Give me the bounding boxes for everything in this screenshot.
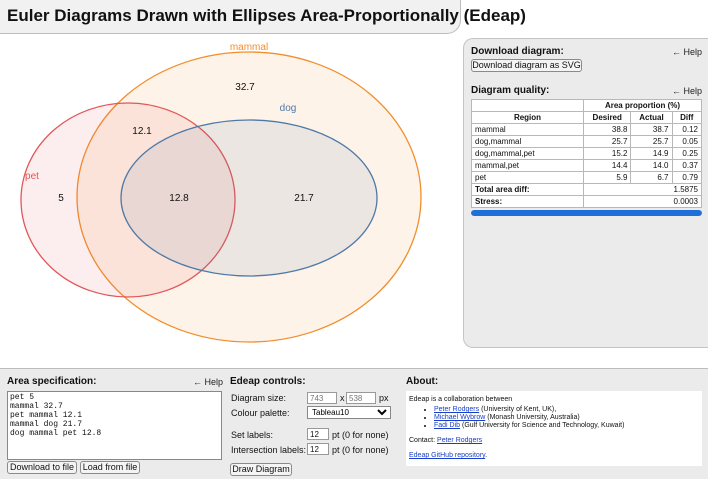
person-link[interactable]: Fadi Dib — [434, 422, 460, 429]
download-svg-button[interactable]: Download diagram as SVG — [471, 59, 582, 72]
region-label-mammal: 32.7 — [235, 82, 255, 93]
set-label-mammal: mammal — [230, 42, 268, 53]
size-x-label: x — [340, 393, 345, 403]
table-header-empty — [471, 99, 584, 112]
download-title: Download diagram: — [471, 46, 564, 57]
cell-region: pet — [471, 171, 584, 184]
table-header-area-proportion: Area proportion (%) — [583, 99, 702, 112]
controls-title: Edeap controls: — [230, 376, 306, 387]
diagram-width-input[interactable] — [307, 392, 337, 404]
cell-actual: 6.7 — [630, 171, 673, 184]
col-region: Region — [471, 111, 584, 124]
person-link[interactable]: Michael Wybrow — [434, 414, 485, 421]
table-row: dog,mammal 25.7 25.7 0.05 — [471, 135, 702, 148]
page-title: Euler Diagrams Drawn with Ellipses Area-… — [7, 6, 526, 25]
cell-region: dog,mammal,pet — [471, 147, 584, 160]
set-labels-label: Set labels: — [231, 430, 274, 440]
cell-diff: 0.05 — [671, 135, 702, 148]
total-row: Total area diff: 1.5875 — [471, 183, 702, 196]
person-affiliation: (Gulf University for Science and Technol… — [462, 422, 625, 429]
col-desired: Desired — [582, 111, 632, 124]
cell-desired: 25.7 — [582, 135, 632, 148]
intersection-labels-hint: pt (0 for none) — [332, 445, 389, 455]
cell-diff: 0.79 — [671, 171, 702, 184]
draw-diagram-button[interactable]: Draw Diagram — [230, 463, 292, 476]
cell-desired: 15.2 — [582, 147, 632, 160]
diagram-size-label: Diagram size: — [231, 393, 287, 403]
download-help-link[interactable]: ← Help — [672, 47, 702, 57]
set-labels-size-input[interactable] — [307, 428, 329, 440]
ellipse-dog — [120, 119, 378, 277]
about-contact: Contact: Peter Rodgers — [409, 437, 482, 444]
about-box: Edeap is a collaboration between Peter R… — [406, 391, 702, 466]
quality-title: Diagram quality: — [471, 85, 550, 96]
cell-region: mammal,pet — [471, 159, 584, 172]
col-diff: Diff — [671, 111, 702, 124]
euler-diagram: mammal dog pet 32.7 12.1 5 12.8 21.7 — [0, 36, 462, 366]
quality-table: Area proportion (%) Region Desired Actua… — [471, 99, 702, 208]
intersection-labels-label: Intersection labels: — [231, 445, 307, 455]
about-people-list: Peter Rodgers (University of Kent, UK), … — [406, 406, 702, 430]
diagram-height-input[interactable] — [346, 392, 376, 404]
cell-region: mammal — [471, 123, 584, 136]
optimization-progress-bar — [471, 210, 702, 216]
progress-fill — [471, 210, 702, 216]
area-spec-help-link[interactable]: ← Help — [193, 377, 223, 387]
cell-desired: 14.4 — [582, 159, 632, 172]
about-intro: Edeap is a collaboration between — [409, 396, 513, 403]
quality-help-link[interactable]: ← Help — [672, 86, 702, 96]
list-item: Fadi Dib (Gulf University for Science an… — [434, 422, 702, 430]
set-label-pet: pet — [25, 171, 39, 182]
about-title: About: — [406, 376, 439, 387]
page-header: Euler Diagrams Drawn with Ellipses Area-… — [0, 0, 526, 34]
col-actual: Actual — [630, 111, 673, 124]
region-label-dog-mammal: 21.7 — [294, 193, 314, 204]
download-to-file-button[interactable]: Download to file — [7, 461, 77, 474]
stress-label: Stress: — [471, 195, 584, 208]
region-label-pet-mammal: 12.1 — [132, 126, 152, 137]
colour-palette-select[interactable]: Tableau10 — [307, 406, 391, 419]
cell-desired: 38.8 — [582, 123, 632, 136]
list-item: Peter Rodgers (University of Kent, UK), — [434, 406, 702, 414]
cell-actual: 14.0 — [630, 159, 673, 172]
cell-region: dog,mammal — [471, 135, 584, 148]
table-row: pet 5.9 6.7 0.79 — [471, 171, 702, 184]
person-affiliation: (University of Kent, UK), — [481, 406, 557, 413]
cell-diff: 0.25 — [671, 147, 702, 160]
cell-diff: 0.12 — [671, 123, 702, 136]
contact-label: Contact: — [409, 437, 436, 444]
contact-link[interactable]: Peter Rodgers — [437, 437, 482, 444]
region-label-dog-mammal-pet: 12.8 — [169, 193, 189, 204]
person-link[interactable]: Peter Rodgers — [434, 406, 479, 413]
cell-diff: 0.37 — [671, 159, 702, 172]
load-from-file-button[interactable]: Load from file — [80, 461, 140, 474]
euler-diagram-svg: mammal dog pet 32.7 12.1 5 12.8 21.7 — [20, 42, 422, 343]
intersection-labels-size-input[interactable] — [307, 443, 329, 455]
list-item: Michael Wybrow (Monash University, Austr… — [434, 414, 702, 422]
cell-actual: 25.7 — [630, 135, 673, 148]
table-row: dog,mammal,pet 15.2 14.9 0.25 — [471, 147, 702, 160]
cell-actual: 14.9 — [630, 147, 673, 160]
about-repo: Edeap GitHub repository. — [409, 452, 487, 459]
right-panel: Download diagram: ← Help Download diagra… — [463, 38, 708, 348]
stress-row: Stress: 0.0003 — [471, 195, 702, 208]
repo-suffix: . — [485, 452, 488, 459]
set-labels-hint: pt (0 for none) — [332, 430, 389, 440]
set-label-dog: dog — [280, 103, 297, 114]
total-label: Total area diff: — [471, 183, 584, 196]
cell-desired: 5.9 — [582, 171, 632, 184]
total-value: 1.5875 — [583, 183, 702, 196]
github-repo-link[interactable]: Edeap GitHub repository — [409, 452, 485, 459]
table-row: mammal 38.8 38.7 0.12 — [471, 123, 702, 136]
area-spec-title: Area specification: — [7, 376, 97, 387]
person-affiliation: (Monash University, Australia) — [487, 414, 580, 421]
area-spec-textarea[interactable] — [7, 391, 222, 460]
bottom-panel: Area specification: ← Help Download to f… — [0, 368, 708, 479]
palette-label: Colour palette: — [231, 408, 290, 418]
stress-value: 0.0003 — [583, 195, 702, 208]
table-row: mammal,pet 14.4 14.0 0.37 — [471, 159, 702, 172]
region-label-pet: 5 — [58, 193, 64, 204]
cell-actual: 38.7 — [630, 123, 673, 136]
size-px-label: px — [379, 393, 389, 403]
